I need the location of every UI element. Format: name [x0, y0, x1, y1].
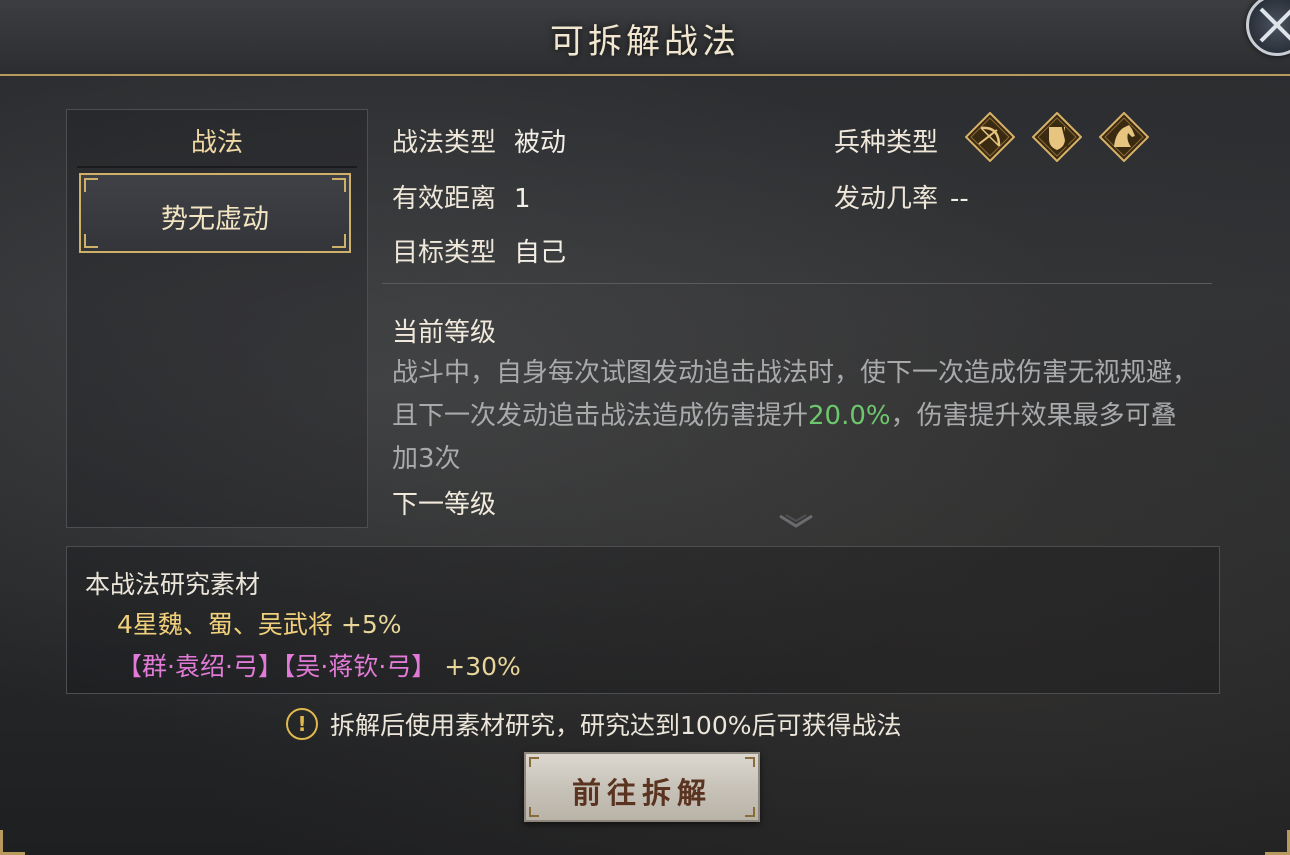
shield-icon [1032, 112, 1082, 162]
divider [382, 283, 1212, 284]
current-level-label: 当前等级 [392, 318, 497, 348]
range-value: 1 [514, 184, 531, 214]
description-highlight: 20.0% [808, 401, 891, 431]
exclamation-icon: ! [286, 708, 318, 740]
dialog-panel: 可拆解战法 战法 势无虚动 战法类型 被动 有效距离 1 目标类型 自己 兵种类型 [0, 0, 1290, 855]
skill-type-row: 战法类型 被动 [392, 122, 566, 159]
trigger-rate-row: 发动几率 -- [834, 178, 969, 215]
skill-type-label: 战法类型 [392, 128, 497, 158]
skill-list-header: 战法 [190, 128, 243, 158]
skill-type-value: 被动 [514, 128, 567, 158]
next-level-label: 下一等级 [392, 490, 497, 520]
material-bonus: +30% [444, 652, 521, 681]
range-label: 有效距离 [392, 184, 497, 214]
trigger-rate-label: 发动几率 [834, 184, 939, 214]
trigger-rate-value: -- [950, 184, 969, 214]
skill-description: 战斗中，自身每次试图发动追击战法时，使下一次造成伤害无视规避，且下一次发动追击战… [392, 352, 1202, 481]
material-text: 【群·袁绍·弓】【吴·蒋钦·弓】 [117, 652, 437, 681]
material-row: 【群·袁绍·弓】【吴·蒋钦·弓】 +30% [117, 647, 521, 683]
dialog-title: 可拆解战法 [550, 22, 740, 62]
troop-type-label: 兵种类型 [834, 128, 939, 158]
frame-corner-ornament [1265, 830, 1290, 855]
material-row: 4星魏、蜀、吴武将 +5% [117, 605, 402, 641]
target-type-label: 目标类型 [392, 238, 497, 268]
go-disassemble-label: 前往拆解 [571, 776, 712, 810]
bow-icon [965, 112, 1015, 162]
horse-icon [1099, 112, 1149, 162]
skill-list-item[interactable]: 势无虚动 [79, 173, 351, 253]
skill-list-panel: 战法 势无虚动 [66, 109, 368, 528]
skill-item-label: 势无虚动 [161, 204, 269, 235]
notice-text: 拆解后使用素材研究，研究达到100%后可获得战法 [330, 711, 902, 740]
target-type-value: 自己 [514, 238, 567, 268]
material-bonus: +5% [340, 610, 402, 639]
divider [77, 166, 357, 168]
close-icon [1259, 7, 1290, 43]
chevron-down-icon[interactable] [776, 512, 816, 532]
material-text: 4星魏、蜀、吴武将 [117, 610, 333, 639]
range-row: 有效距离 1 [392, 178, 531, 215]
go-disassemble-button[interactable]: 前往拆解 [524, 752, 760, 822]
research-materials-panel: 本战法研究素材 4星魏、蜀、吴武将 +5% 【群·袁绍·弓】【吴·蒋钦·弓】 +30… [66, 546, 1220, 694]
title-bar: 可拆解战法 [0, 0, 1290, 76]
notice-row: ! 拆解后使用素材研究，研究达到100%后可获得战法 [286, 706, 901, 743]
target-type-row: 目标类型 自己 [392, 232, 566, 269]
frame-corner-ornament [0, 830, 25, 855]
materials-title: 本战法研究素材 [85, 570, 261, 599]
